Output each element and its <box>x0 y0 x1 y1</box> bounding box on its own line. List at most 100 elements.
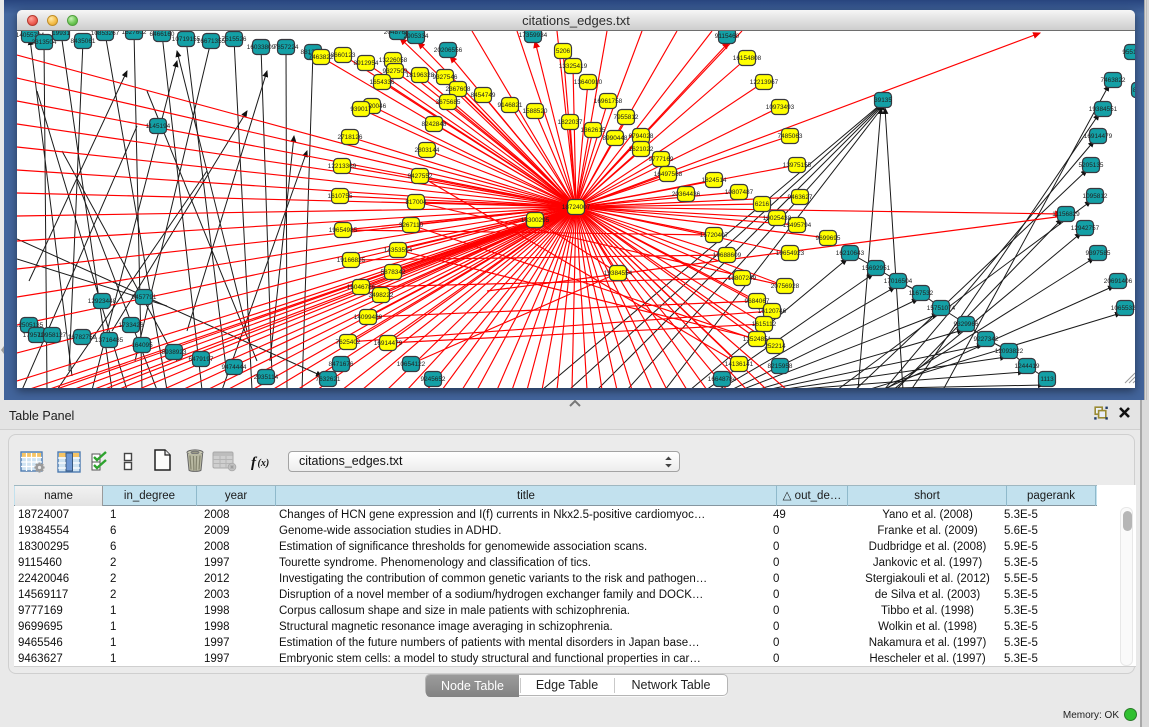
svg-text:16782759: 16782759 <box>68 334 97 341</box>
svg-text:1244419: 1244419 <box>1015 363 1040 370</box>
svg-text:1588520: 1588520 <box>523 108 548 115</box>
svg-text:8660123: 8660123 <box>331 52 356 59</box>
svg-text:17359934: 17359934 <box>519 32 548 39</box>
svg-text:6216: 6216 <box>755 201 770 208</box>
svg-text:10853267: 10853267 <box>91 31 120 37</box>
svg-text:9457791: 9457791 <box>132 294 157 301</box>
svg-text:2803144: 2803144 <box>415 147 440 154</box>
svg-text:7485063: 7485063 <box>778 133 803 140</box>
svg-text:164095: 164095 <box>131 342 153 349</box>
svg-text:9427552: 9427552 <box>408 173 433 180</box>
svg-text:19166825: 19166825 <box>337 257 366 264</box>
svg-text:(x): (x) <box>258 458 270 469</box>
svg-text:16154808: 16154808 <box>733 55 762 62</box>
svg-text:8938923: 8938923 <box>162 349 187 356</box>
svg-text:20364436: 20364436 <box>672 191 701 198</box>
svg-text:9329966: 9329966 <box>954 321 979 328</box>
svg-text:14136141: 14136141 <box>725 361 754 368</box>
svg-text:1822037: 1822037 <box>558 119 583 126</box>
svg-text:19384551: 19384551 <box>1089 106 1118 113</box>
svg-text:2935114: 2935114 <box>254 374 279 381</box>
svg-text:39135: 39135 <box>874 97 892 104</box>
svg-text:1362615: 1362615 <box>581 127 606 134</box>
svg-text:16046786: 16046786 <box>347 284 376 291</box>
svg-text:5878342: 5878342 <box>381 269 406 276</box>
svg-text:10025438: 10025438 <box>763 215 792 222</box>
svg-text:1167532: 1167532 <box>909 290 934 297</box>
svg-text:10654122: 10654122 <box>397 361 426 368</box>
svg-text:18807249: 18807249 <box>728 275 757 282</box>
svg-text:9245652: 9245652 <box>421 376 446 383</box>
svg-text:19931: 19931 <box>52 31 70 37</box>
svg-text:10973493: 10973493 <box>766 104 795 111</box>
svg-text:1527602: 1527602 <box>122 31 147 36</box>
svg-text:16648784: 16648784 <box>708 376 737 383</box>
svg-text:12213369: 12213369 <box>328 163 357 170</box>
svg-text:2313504: 2313504 <box>32 39 57 46</box>
svg-text:9474444: 9474444 <box>222 364 247 371</box>
svg-text:9146821: 9146821 <box>498 102 523 109</box>
svg-text:1113: 1113 <box>1040 376 1054 383</box>
svg-text:1610755: 1610755 <box>328 193 353 200</box>
svg-text:1615112: 1615112 <box>752 321 777 328</box>
svg-text:2367608: 2367608 <box>446 86 471 93</box>
svg-text:19384554: 19384554 <box>604 270 633 277</box>
svg-text:5206: 5206 <box>556 48 571 55</box>
svg-text:6479197: 6479197 <box>189 356 214 363</box>
svg-text:817004: 817004 <box>405 199 427 206</box>
svg-text:8939: 8939 <box>1133 87 1135 94</box>
svg-text:15751074: 15751074 <box>927 305 956 312</box>
svg-text:8990448: 8990448 <box>603 135 628 142</box>
svg-text:10807487: 10807487 <box>725 189 754 196</box>
svg-text:7515526: 7515526 <box>222 36 247 43</box>
svg-text:16033809: 16033809 <box>247 44 276 51</box>
svg-text:12923448: 12923448 <box>88 298 117 305</box>
svg-text:8454749: 8454749 <box>471 92 496 99</box>
svg-text:12942757: 12942757 <box>1071 225 1100 232</box>
svg-text:7955812: 7955812 <box>614 114 639 121</box>
svg-text:19654923: 19654923 <box>776 250 805 257</box>
svg-text:8435061: 8435061 <box>71 38 96 45</box>
svg-text:20756928: 20756928 <box>771 283 800 290</box>
svg-text:8471676: 8471676 <box>329 361 354 368</box>
svg-text:252214: 252214 <box>764 343 786 350</box>
svg-text:3267110: 3267110 <box>399 222 424 229</box>
svg-text:9699695: 9699695 <box>816 235 841 242</box>
svg-text:15692951: 15692951 <box>862 265 891 272</box>
svg-text:19654985: 19654985 <box>329 227 358 234</box>
svg-text:7857224: 7857224 <box>274 44 299 51</box>
svg-text:17016504: 17016504 <box>884 278 913 285</box>
svg-text:1654336: 1654336 <box>370 79 395 86</box>
svg-text:5205135: 5205135 <box>1079 162 1104 169</box>
svg-text:8215958: 8215958 <box>768 363 793 370</box>
svg-text:13716485: 13716485 <box>95 337 124 344</box>
svg-text:16914479: 16914479 <box>374 340 403 347</box>
svg-text:939017: 939017 <box>350 106 372 113</box>
svg-text:20206556: 20206556 <box>434 47 463 54</box>
svg-text:3675685: 3675685 <box>436 99 461 106</box>
svg-text:16120746: 16120746 <box>758 308 787 315</box>
svg-text:1824514: 1824514 <box>702 177 727 184</box>
svg-text:18724007: 18724007 <box>562 204 591 211</box>
svg-text:20691406: 20691406 <box>1104 278 1133 285</box>
svg-text:16961758: 16961758 <box>594 98 623 105</box>
svg-text:1145194: 1145194 <box>146 123 171 130</box>
svg-text:7463822: 7463822 <box>1101 77 1126 84</box>
svg-text:13325419: 13325419 <box>559 63 588 70</box>
svg-text:16497568: 16497568 <box>654 171 683 178</box>
svg-text:16210643: 16210643 <box>836 250 865 257</box>
svg-text:9397585: 9397585 <box>1086 250 1111 257</box>
svg-text:10958127: 10958127 <box>38 332 67 339</box>
svg-text:13640910: 13640910 <box>574 79 603 86</box>
svg-text:12213967: 12213967 <box>750 79 779 86</box>
svg-text:10655326: 10655326 <box>1111 305 1135 312</box>
svg-text:9227342: 9227342 <box>974 336 999 343</box>
svg-text:12093822: 12093822 <box>995 348 1024 355</box>
svg-text:7625402: 7625402 <box>336 339 361 346</box>
svg-text:9115460: 9115460 <box>715 33 740 40</box>
svg-text:8912954: 8912954 <box>354 60 379 67</box>
svg-text:15720407: 15720407 <box>700 232 729 239</box>
svg-text:1095812: 1095812 <box>1083 193 1108 200</box>
svg-text:16914479: 16914479 <box>1084 133 1113 140</box>
svg-text:8242848: 8242848 <box>422 121 447 128</box>
